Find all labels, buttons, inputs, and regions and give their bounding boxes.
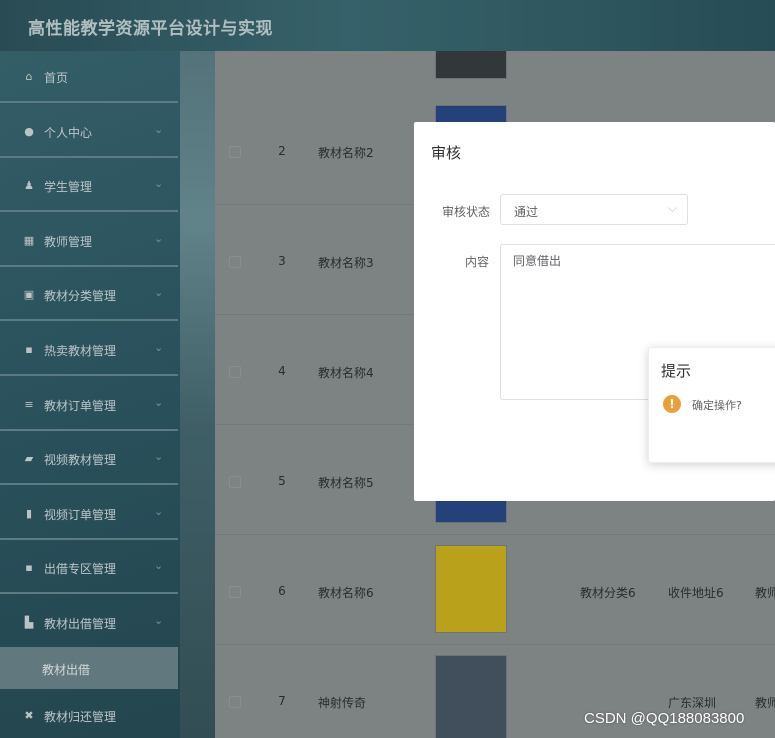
status-label: 审核状态 [442,205,491,219]
status-select[interactable]: 通过 ⌵ [500,194,688,225]
warning-icon: ! [663,395,681,413]
watermark: CSDN @QQ188083800 [584,710,745,727]
content-label: 内容 [465,255,490,269]
chevron-down-icon: ⌵ [667,201,677,215]
confirm-message: 确定操作? [692,399,742,412]
confirm-popup: 提示 ! 确定操作? [648,347,775,463]
status-select-value: 通过 [514,205,539,219]
confirm-title: 提示 [661,362,692,380]
dialog-title: 审核 [431,144,462,162]
